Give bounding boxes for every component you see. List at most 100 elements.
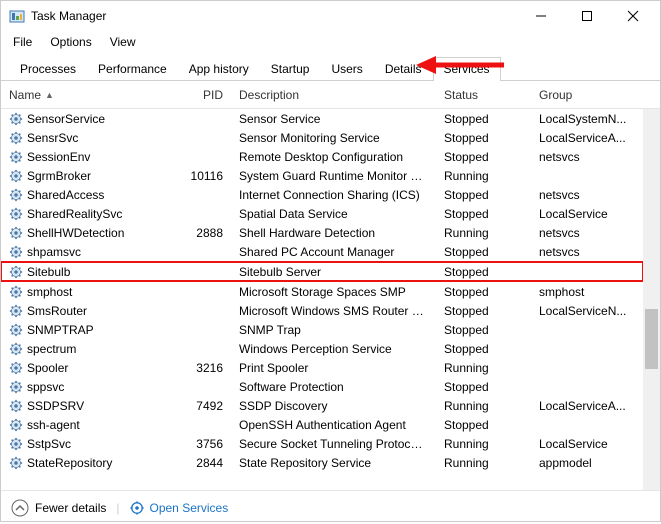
service-description: Spatial Data Service	[231, 207, 436, 221]
menu-view[interactable]: View	[108, 33, 138, 51]
service-description: Windows Perception Service	[231, 342, 436, 356]
service-group: LocalSystemN...	[531, 112, 643, 126]
table-row[interactable]: shpamsvcShared PC Account ManagerStopped…	[1, 242, 660, 261]
service-description: Software Protection	[231, 380, 436, 394]
table-row[interactable]: SessionEnvRemote Desktop ConfigurationSt…	[1, 147, 660, 166]
gear-icon	[9, 456, 23, 470]
table-row[interactable]: ssh-agentOpenSSH Authentication AgentSto…	[1, 415, 660, 434]
col-header-name[interactable]: Name ▲	[1, 88, 176, 102]
service-status: Stopped	[436, 131, 531, 145]
service-pid: 3756	[176, 437, 231, 451]
maximize-button[interactable]	[564, 1, 610, 31]
service-description: Microsoft Storage Spaces SMP	[231, 285, 436, 299]
chevron-up-circle-icon	[11, 499, 29, 517]
tab-app-history[interactable]: App history	[178, 57, 260, 81]
service-name: SensorService	[27, 112, 105, 126]
service-status: Stopped	[436, 265, 531, 279]
table-row[interactable]: spectrumWindows Perception ServiceStoppe…	[1, 339, 660, 358]
menu-options[interactable]: Options	[48, 33, 93, 51]
tab-performance[interactable]: Performance	[87, 57, 178, 81]
service-name: ssh-agent	[27, 418, 80, 432]
service-status: Stopped	[436, 285, 531, 299]
service-name: ShellHWDetection	[27, 226, 124, 240]
gear-icon	[9, 131, 23, 145]
tab-services[interactable]: Services	[433, 57, 501, 81]
tab-processes[interactable]: Processes	[9, 57, 87, 81]
service-status: Stopped	[436, 342, 531, 356]
tab-users[interactable]: Users	[320, 57, 373, 81]
service-name: SharedAccess	[27, 188, 104, 202]
minimize-button[interactable]	[518, 1, 564, 31]
service-description: State Repository Service	[231, 456, 436, 470]
service-description: Microsoft Windows SMS Router Se...	[231, 304, 436, 318]
table-row[interactable]: smphost Microsoft Storage Spaces SMPStopp…	[1, 282, 660, 301]
close-button[interactable]	[610, 1, 656, 31]
service-group: LocalServiceN...	[531, 304, 643, 318]
gear-icon	[9, 150, 23, 164]
table-row[interactable]: ShellHWDetection2888Shell Hardware Detec…	[1, 223, 660, 242]
service-status: Stopped	[436, 418, 531, 432]
fewer-details-button[interactable]: Fewer details	[11, 499, 106, 517]
service-group: netsvcs	[531, 226, 643, 240]
open-services-link[interactable]: Open Services	[130, 501, 229, 515]
service-status: Running	[436, 437, 531, 451]
col-header-pid[interactable]: PID	[176, 88, 231, 102]
col-header-status[interactable]: Status	[436, 88, 531, 102]
table-row[interactable]: SharedRealitySvcSpatial Data ServiceStop…	[1, 204, 660, 223]
menubar: File Options View	[1, 31, 660, 55]
table-row[interactable]: SensorServiceSensor ServiceStoppedLocalS…	[1, 109, 660, 128]
col-header-description[interactable]: Description	[231, 88, 436, 102]
service-description: Sensor Monitoring Service	[231, 131, 436, 145]
titlebar: Task Manager	[1, 1, 660, 31]
service-pid: 2888	[176, 226, 231, 240]
service-name: SharedRealitySvc	[27, 207, 122, 221]
service-description: Sitebulb Server	[231, 265, 436, 279]
service-group: LocalService	[531, 207, 643, 221]
table-row[interactable]: SSDPSRV7492SSDP DiscoveryRunningLocalSer…	[1, 396, 660, 415]
table-row[interactable]: sppsvcSoftware ProtectionStopped	[1, 377, 660, 396]
gear-icon	[9, 399, 23, 413]
gear-icon	[9, 304, 23, 318]
service-name: shpamsvc	[27, 245, 81, 259]
vertical-scrollbar[interactable]	[643, 109, 660, 490]
service-name: SSDPSRV	[27, 399, 84, 413]
service-group: netsvcs	[531, 188, 643, 202]
tab-strip: Processes Performance App history Startu…	[1, 57, 660, 81]
services-list: Name ▲ PID Description Status Group Sens…	[1, 81, 660, 490]
service-name: SensrSvc	[27, 131, 78, 145]
service-description: Secure Socket Tunneling Protocol ...	[231, 437, 436, 451]
service-name: Spooler	[27, 361, 68, 375]
footer: Fewer details | Open Services	[1, 490, 660, 524]
table-row[interactable]: SNMPTRAPSNMP TrapStopped	[1, 320, 660, 339]
service-description: Remote Desktop Configuration	[231, 150, 436, 164]
service-status: Running	[436, 399, 531, 413]
gear-icon	[9, 265, 23, 279]
service-status: Stopped	[436, 188, 531, 202]
col-header-group[interactable]: Group	[531, 88, 643, 102]
open-services-label: Open Services	[150, 501, 229, 515]
service-status: Stopped	[436, 304, 531, 318]
table-row[interactable]: SharedAccessInternet Connection Sharing …	[1, 185, 660, 204]
service-name: Sitebulb	[27, 265, 70, 279]
tab-details[interactable]: Details	[374, 57, 433, 81]
gear-icon	[9, 437, 23, 451]
services-icon	[130, 501, 144, 515]
gear-icon	[9, 418, 23, 432]
table-row[interactable]: Sitebulb Sitebulb ServerStopped	[1, 262, 643, 281]
table-row[interactable]: Spooler3216Print SpoolerRunning	[1, 358, 660, 377]
service-status: Running	[436, 169, 531, 183]
table-row[interactable]: SgrmBroker10116System Guard Runtime Moni…	[1, 166, 660, 185]
service-group: smphost	[531, 285, 643, 299]
table-row[interactable]: SensrSvc Sensor Monitoring ServiceStopped…	[1, 128, 660, 147]
service-name: StateRepository	[27, 456, 112, 470]
table-row[interactable]: SstpSvc 3756Secure Socket Tunneling Proto…	[1, 434, 660, 453]
gear-icon	[9, 285, 23, 299]
tab-startup[interactable]: Startup	[260, 57, 321, 81]
table-row[interactable]: StateRepository2844State Repository Serv…	[1, 453, 660, 472]
service-status: Stopped	[436, 245, 531, 259]
gear-icon	[9, 245, 23, 259]
table-row[interactable]: SmsRouterMicrosoft Windows SMS Router Se…	[1, 301, 660, 320]
service-name: SstpSvc	[27, 437, 71, 451]
scrollbar-thumb[interactable]	[645, 309, 658, 369]
menu-file[interactable]: File	[11, 33, 34, 51]
